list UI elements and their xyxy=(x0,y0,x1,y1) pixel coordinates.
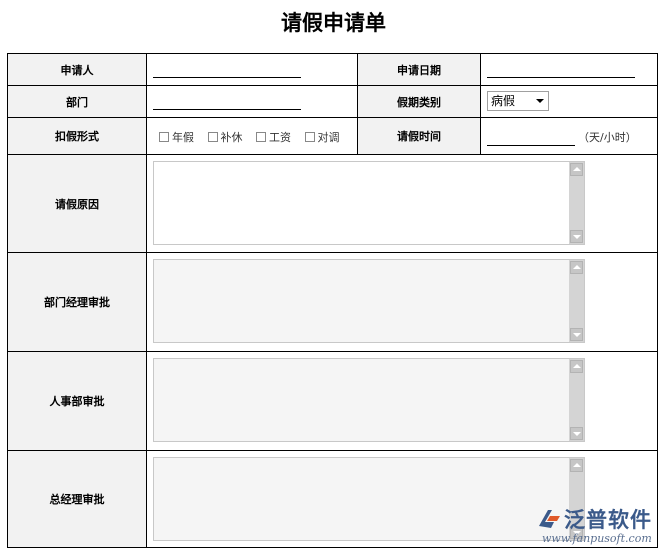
form-row-reason: 请假原因 xyxy=(7,154,658,253)
dept-manager-label: 部门经理审批 xyxy=(7,252,147,352)
form-row-applicant: 申请人 申请日期 xyxy=(7,53,658,86)
page-title: 请假申请单 xyxy=(281,10,386,35)
apply-date-underline xyxy=(487,77,635,78)
gm-textarea[interactable] xyxy=(153,457,585,541)
deduct-options-cell: 年假 补休 工资 对调 xyxy=(146,117,358,155)
reason-scrollbar[interactable] xyxy=(569,162,584,244)
department-label: 部门 xyxy=(7,85,147,118)
leave-type-select[interactable]: 病假 xyxy=(487,91,549,111)
hr-cell xyxy=(146,351,658,451)
deduct-options: 年假 补休 工资 对调 xyxy=(159,129,350,145)
dept-manager-cell xyxy=(146,252,658,352)
hr-label: 人事部审批 xyxy=(7,351,147,451)
scroll-up-icon[interactable] xyxy=(570,163,583,176)
scroll-down-icon[interactable] xyxy=(570,328,583,341)
scroll-down-icon[interactable] xyxy=(570,427,583,440)
checkbox-compensatory[interactable] xyxy=(207,132,218,142)
scroll-up-icon[interactable] xyxy=(570,261,583,274)
dept-manager-scrollbar[interactable] xyxy=(569,260,584,342)
watermark: 泛普软件 www.fanpusoft.com xyxy=(536,504,664,550)
form-row-deduct: 扣假形式 年假 补休 工资 对调 请假时间 （天/小时） xyxy=(7,117,658,155)
checkbox-label: 年假 xyxy=(172,131,194,144)
leave-application-form: 申请人 申请日期 部门 假期类别 病假 扣假形式 年假 补休 工资 对调 请假时… xyxy=(7,53,658,548)
chevron-down-icon xyxy=(536,99,544,103)
apply-date-label: 申请日期 xyxy=(357,53,481,86)
deduct-label: 扣假形式 xyxy=(7,117,147,155)
watermark-url: www.fanpusoft.com xyxy=(542,532,652,545)
checkbox-label: 对调 xyxy=(317,131,340,144)
hr-scrollbar[interactable] xyxy=(569,359,584,441)
checkbox-swap[interactable] xyxy=(304,132,315,142)
leave-time-input[interactable] xyxy=(487,145,575,146)
checkbox-salary[interactable] xyxy=(256,132,266,142)
reason-cell xyxy=(146,154,658,253)
leave-time-cell: （天/小时） xyxy=(480,117,658,155)
leave-time-label: 请假时间 xyxy=(357,117,481,155)
applicant-field[interactable] xyxy=(146,53,358,86)
gm-label: 总经理审批 xyxy=(7,450,147,548)
hr-textarea[interactable] xyxy=(153,358,585,442)
checkbox-label: 工资 xyxy=(269,131,291,144)
dept-manager-textarea[interactable] xyxy=(153,259,585,343)
leave-type-value: 病假 xyxy=(491,94,516,108)
scroll-up-icon[interactable] xyxy=(570,459,583,472)
checkbox-label: 补休 xyxy=(220,131,243,144)
form-row-dept-manager: 部门经理审批 xyxy=(7,252,658,352)
leave-time-unit: （天/小时） xyxy=(578,131,637,144)
form-row-department: 部门 假期类别 病假 xyxy=(7,85,658,118)
leave-type-cell: 病假 xyxy=(480,85,658,118)
applicant-label: 申请人 xyxy=(7,53,147,86)
form-row-hr: 人事部审批 xyxy=(7,351,658,451)
apply-date-field[interactable] xyxy=(480,53,658,86)
checkbox-annual-leave[interactable] xyxy=(159,132,169,142)
scroll-down-icon[interactable] xyxy=(570,230,583,243)
applicant-underline xyxy=(153,77,301,78)
reason-label: 请假原因 xyxy=(7,154,147,253)
watermark-brand: 泛普软件 xyxy=(564,508,652,532)
fanpu-logo-icon xyxy=(539,510,560,528)
department-underline xyxy=(153,109,301,110)
department-field[interactable] xyxy=(146,85,358,118)
leave-type-label: 假期类别 xyxy=(357,85,481,118)
scroll-up-icon[interactable] xyxy=(570,360,583,373)
reason-textarea[interactable] xyxy=(153,161,585,245)
